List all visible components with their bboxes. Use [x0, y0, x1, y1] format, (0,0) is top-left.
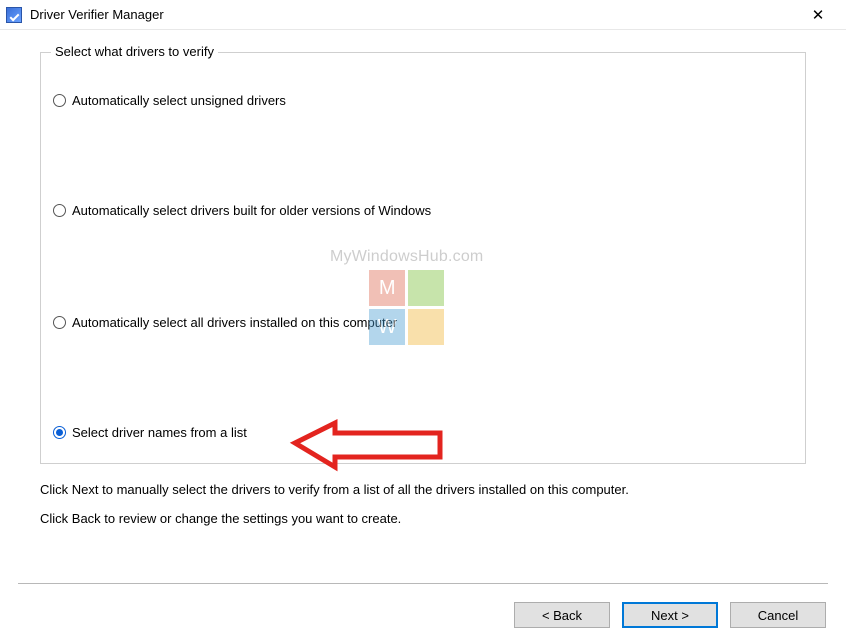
app-icon — [6, 7, 22, 23]
radio-icon — [53, 426, 66, 439]
radio-older-windows[interactable]: Automatically select drivers built for o… — [53, 199, 431, 222]
radio-icon — [53, 94, 66, 107]
cancel-button[interactable]: Cancel — [730, 602, 826, 628]
drivers-groupbox: Select what drivers to verify Automatica… — [40, 52, 806, 464]
radio-label: Automatically select drivers built for o… — [72, 203, 431, 218]
radio-icon — [53, 316, 66, 329]
back-button[interactable]: < Back — [514, 602, 610, 628]
groupbox-legend: Select what drivers to verify — [51, 44, 218, 59]
content-area: Select what drivers to verify Automatica… — [0, 30, 846, 550]
radio-all-drivers[interactable]: Automatically select all drivers install… — [53, 311, 397, 334]
separator — [18, 583, 828, 584]
wizard-buttons: < Back Next > Cancel — [514, 602, 826, 628]
window-title: Driver Verifier Manager — [30, 7, 798, 22]
titlebar: Driver Verifier Manager ✕ — [0, 0, 846, 30]
help-line-1: Click Next to manually select the driver… — [40, 482, 806, 497]
next-button[interactable]: Next > — [622, 602, 718, 628]
radio-label: Select driver names from a list — [72, 425, 247, 440]
radio-label: Automatically select all drivers install… — [72, 315, 397, 330]
help-text: Click Next to manually select the driver… — [40, 464, 806, 526]
radio-label: Automatically select unsigned drivers — [72, 93, 286, 108]
radio-icon — [53, 204, 66, 217]
help-line-2: Click Back to review or change the setti… — [40, 511, 806, 526]
radio-select-from-list[interactable]: Select driver names from a list — [53, 421, 247, 444]
radio-unsigned-drivers[interactable]: Automatically select unsigned drivers — [53, 89, 286, 112]
close-icon: ✕ — [812, 6, 825, 24]
close-button[interactable]: ✕ — [798, 1, 838, 29]
